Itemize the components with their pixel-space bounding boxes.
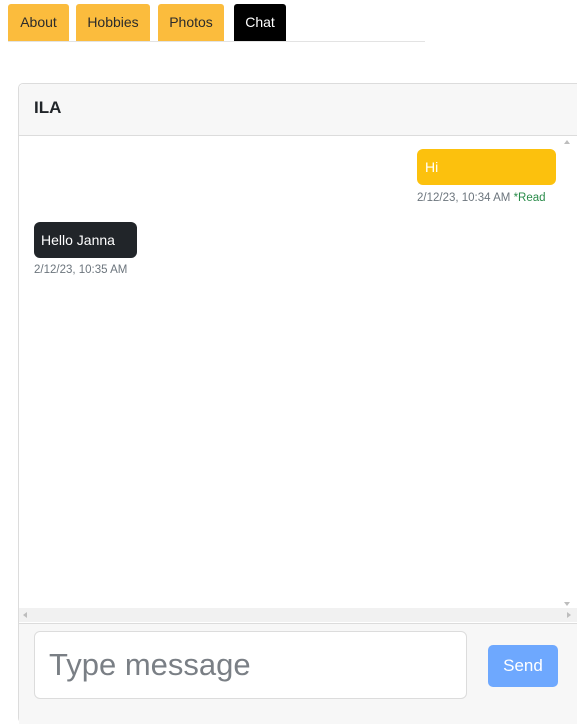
chat-footer: Send bbox=[19, 623, 577, 724]
chat-contact-name: ILA bbox=[34, 98, 62, 117]
read-status: *Read bbox=[513, 192, 546, 204]
tab-hobbies[interactable]: Hobbies bbox=[76, 4, 150, 41]
message-list[interactable]: Hi 2/12/23, 10:34 AM *Read Hello Janna 2… bbox=[19, 136, 577, 608]
incoming-message-meta: 2/12/23, 10:35 AM bbox=[34, 264, 127, 276]
chat-header: ILA bbox=[19, 84, 577, 136]
message-timestamp: 2/12/23, 10:34 AM bbox=[417, 192, 511, 204]
scroll-down-arrow-icon[interactable] bbox=[564, 602, 570, 606]
send-button[interactable]: Send bbox=[488, 645, 558, 687]
horizontal-scrollbar[interactable] bbox=[19, 608, 577, 622]
message-timestamp: 2/12/23, 10:35 AM bbox=[34, 264, 128, 276]
scroll-up-arrow-icon[interactable] bbox=[564, 140, 570, 144]
tab-about[interactable]: About bbox=[8, 4, 69, 41]
tab-chat[interactable]: Chat bbox=[234, 4, 286, 41]
message-input[interactable] bbox=[34, 631, 467, 699]
tab-photos[interactable]: Photos bbox=[158, 4, 224, 41]
scroll-left-arrow-icon[interactable] bbox=[23, 612, 27, 618]
vertical-scrollbar[interactable] bbox=[557, 136, 577, 608]
outgoing-message: Hi bbox=[417, 149, 556, 185]
incoming-message: Hello Janna bbox=[34, 222, 137, 258]
chat-card: ILA Hi 2/12/23, 10:34 AM *Read Hello Jan… bbox=[18, 83, 577, 724]
tab-bar: About Hobbies Photos Chat bbox=[8, 4, 425, 42]
scroll-right-arrow-icon[interactable] bbox=[567, 612, 571, 618]
outgoing-message-meta: 2/12/23, 10:34 AM *Read bbox=[417, 192, 546, 204]
